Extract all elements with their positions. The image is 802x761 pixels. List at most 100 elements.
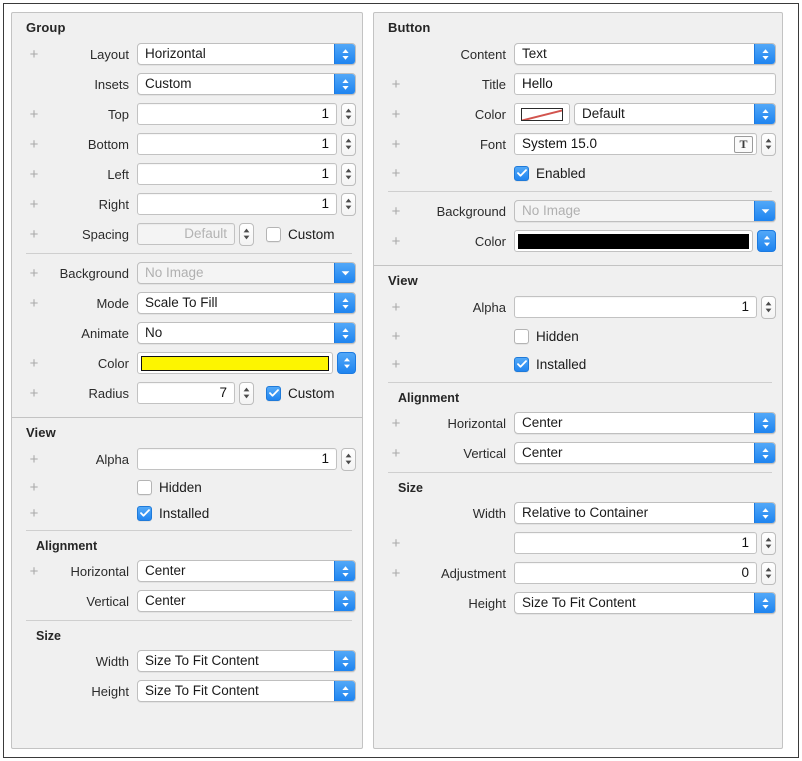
add-binding-icon[interactable]: + (388, 566, 404, 581)
left-input[interactable]: 1 (137, 163, 337, 185)
add-binding-icon[interactable]: + (26, 167, 42, 182)
button-color-picker-stepper[interactable] (757, 230, 776, 252)
chevron-updown-icon[interactable] (334, 561, 355, 581)
chevron-updown-icon[interactable] (754, 503, 775, 523)
top-input[interactable]: 1 (137, 103, 337, 125)
right-size-multiplier-stepper[interactable] (761, 532, 776, 555)
chevron-updown-icon[interactable] (334, 74, 355, 94)
chevron-updown-icon[interactable] (754, 44, 775, 64)
chevron-down-icon[interactable] (754, 201, 775, 221)
row-radius: + Radius 7 Custom (12, 378, 362, 408)
layout-select[interactable]: Horizontal (137, 43, 356, 65)
chevron-updown-icon[interactable] (334, 651, 355, 671)
installed-checkbox[interactable] (137, 506, 152, 521)
add-binding-icon[interactable]: + (388, 300, 404, 315)
bottom-input[interactable]: 1 (137, 133, 337, 155)
spacing-input[interactable]: Default (137, 223, 235, 245)
insets-select[interactable]: Custom (137, 73, 356, 95)
color-picker-stepper[interactable] (337, 352, 356, 374)
add-binding-icon[interactable]: + (388, 77, 404, 92)
add-binding-icon[interactable]: + (26, 296, 42, 311)
button-color-select[interactable]: Default (574, 103, 776, 125)
add-binding-icon[interactable]: + (388, 536, 404, 551)
background-image-select[interactable]: No Image (137, 262, 356, 284)
add-binding-icon[interactable]: + (26, 480, 42, 495)
add-binding-icon[interactable]: + (388, 204, 404, 219)
radius-input[interactable]: 7 (137, 382, 235, 404)
spacer-icon: + (388, 596, 404, 611)
chevron-updown-icon[interactable] (334, 591, 355, 611)
right-size-height-select[interactable]: Size To Fit Content (514, 592, 776, 614)
add-binding-icon[interactable]: + (26, 452, 42, 467)
add-binding-icon[interactable]: + (388, 166, 404, 181)
add-binding-icon[interactable]: + (26, 227, 42, 242)
enabled-checkbox[interactable] (514, 166, 529, 181)
text-format-icon[interactable]: T (734, 136, 753, 153)
add-binding-icon[interactable]: + (388, 416, 404, 431)
right-alpha-input[interactable]: 1 (514, 296, 757, 318)
font-stepper[interactable] (761, 133, 776, 156)
add-binding-icon[interactable]: + (26, 266, 42, 281)
group-color-swatch[interactable] (137, 352, 333, 374)
add-binding-icon[interactable]: + (26, 197, 42, 212)
right-hidden-checkbox[interactable] (514, 329, 529, 344)
add-binding-icon[interactable]: + (26, 137, 42, 152)
chevron-updown-icon[interactable] (334, 681, 355, 701)
align-horizontal-select[interactable]: Center (137, 560, 356, 582)
right-align-vertical-select[interactable]: Center (514, 442, 776, 464)
chevron-updown-icon[interactable] (334, 323, 355, 343)
radius-stepper[interactable] (239, 382, 254, 405)
add-binding-icon[interactable]: + (388, 329, 404, 344)
chevron-updown-icon[interactable] (334, 44, 355, 64)
chevron-updown-icon[interactable] (754, 413, 775, 433)
alpha-input[interactable]: 1 (137, 448, 337, 470)
size-height-select[interactable]: Size To Fit Content (137, 680, 356, 702)
font-input[interactable]: System 15.0 T (514, 133, 757, 155)
add-binding-icon[interactable]: + (388, 357, 404, 372)
right-size-multiplier-input[interactable]: 1 (514, 532, 757, 554)
align-vertical-select[interactable]: Center (137, 590, 356, 612)
title-input[interactable]: Hello (514, 73, 776, 95)
right-input[interactable]: 1 (137, 193, 337, 215)
left-stepper[interactable] (341, 163, 356, 186)
animate-select[interactable]: No (137, 322, 356, 344)
alpha-stepper[interactable] (341, 448, 356, 471)
chevron-updown-icon[interactable] (754, 104, 775, 124)
chevron-updown-icon[interactable] (754, 593, 775, 613)
add-binding-icon[interactable]: + (26, 356, 42, 371)
top-stepper[interactable] (341, 103, 356, 126)
mode-select[interactable]: Scale To Fill (137, 292, 356, 314)
right-installed-checkbox[interactable] (514, 357, 529, 372)
chevron-down-icon[interactable] (334, 263, 355, 283)
add-binding-icon[interactable]: + (26, 506, 42, 521)
chevron-updown-icon[interactable] (754, 443, 775, 463)
right-adjustment-input[interactable]: 0 (514, 562, 757, 584)
chevron-updown-icon[interactable] (334, 293, 355, 313)
radius-custom-checkbox[interactable] (266, 386, 281, 401)
spacing-custom-checkbox[interactable] (266, 227, 281, 242)
spacing-stepper[interactable] (239, 223, 254, 246)
right-size-width-select[interactable]: Relative to Container (514, 502, 776, 524)
add-binding-icon[interactable]: + (26, 47, 42, 62)
add-binding-icon[interactable]: + (26, 564, 42, 579)
button-bg-color-swatch[interactable] (514, 230, 753, 252)
add-binding-icon[interactable]: + (26, 107, 42, 122)
label-right-align-vertical: Vertical (404, 446, 514, 461)
add-binding-icon[interactable]: + (388, 107, 404, 122)
right-align-horizontal-select[interactable]: Center (514, 412, 776, 434)
bottom-stepper[interactable] (341, 133, 356, 156)
right-alpha-stepper[interactable] (761, 296, 776, 319)
right-stepper[interactable] (341, 193, 356, 216)
hidden-checkbox[interactable] (137, 480, 152, 495)
add-binding-icon[interactable]: + (26, 386, 42, 401)
divider (26, 530, 352, 531)
add-binding-icon[interactable]: + (388, 137, 404, 152)
size-width-select[interactable]: Size To Fit Content (137, 650, 356, 672)
button-color-swatch[interactable] (514, 103, 570, 125)
divider (388, 472, 772, 473)
content-select[interactable]: Text (514, 43, 776, 65)
button-background-select[interactable]: No Image (514, 200, 776, 222)
add-binding-icon[interactable]: + (388, 234, 404, 249)
add-binding-icon[interactable]: + (388, 446, 404, 461)
right-adjustment-stepper[interactable] (761, 562, 776, 585)
